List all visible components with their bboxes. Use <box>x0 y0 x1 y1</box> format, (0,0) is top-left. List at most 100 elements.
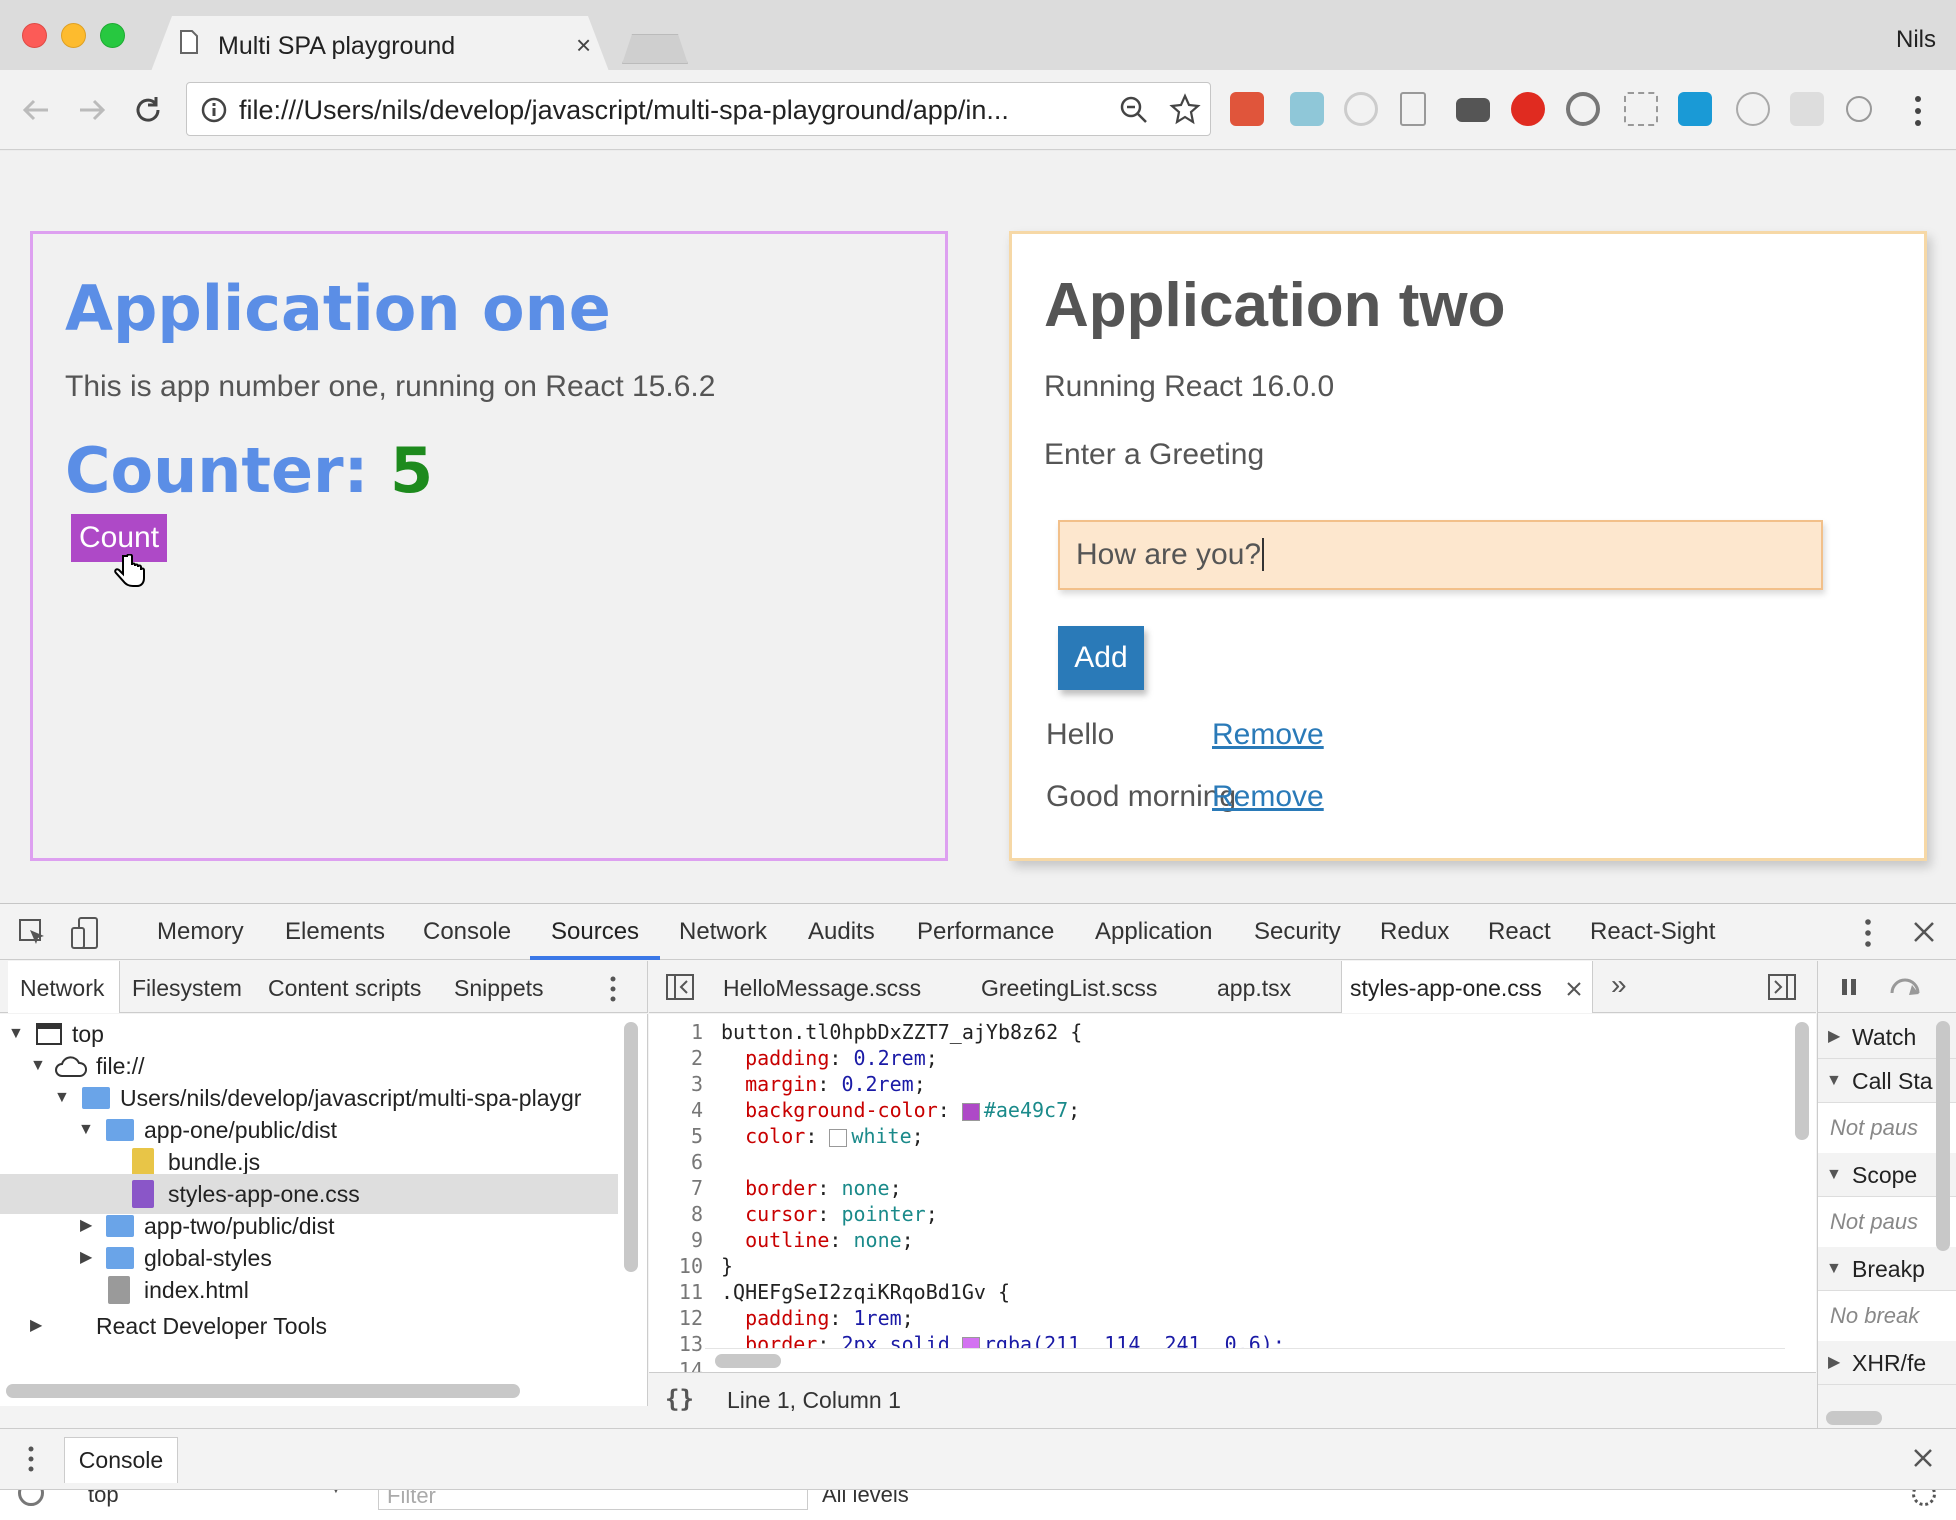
tree-vertical-scrollbar[interactable] <box>624 1022 638 1272</box>
pretty-print-icon[interactable]: {} <box>665 1385 694 1413</box>
nav-tab-filesystem[interactable]: Filesystem <box>132 975 242 1002</box>
extension-icon-5[interactable] <box>1456 98 1490 122</box>
reload-icon[interactable] <box>132 94 164 126</box>
code-text: button.tl0hpbDxZZT7_ajYb8z62 { <box>721 1020 1083 1044</box>
clear-console-icon[interactable] <box>18 1490 44 1506</box>
extension-icon-3[interactable] <box>1344 92 1378 126</box>
context-dropdown-icon[interactable]: ▼ <box>328 1490 344 1498</box>
tree-item-react-devtools[interactable]: ▶ React Developer Tools <box>0 1306 620 1346</box>
step-over-icon[interactable] <box>1888 975 1924 999</box>
menu-icon[interactable] <box>1912 94 1924 128</box>
section-xhr-breakpoints[interactable]: ▶ XHR/fe <box>1818 1341 1956 1385</box>
tab-security[interactable]: Security <box>1254 918 1341 946</box>
back-icon[interactable] <box>20 96 52 124</box>
tab-react[interactable]: React <box>1488 918 1551 946</box>
css-property: color <box>745 1124 806 1148</box>
close-devtools-icon[interactable] <box>1912 920 1936 944</box>
code-editor[interactable]: 1 button.tl0hpbDxZZT7_ajYb8z62 { 2 paddi… <box>649 1014 1816 1372</box>
address-bar[interactable]: file:///Users/nils/develop/javascript/mu… <box>186 82 1211 136</box>
extension-icon-4[interactable] <box>1400 92 1426 126</box>
section-breakpoints[interactable]: ▼ Breakp <box>1818 1247 1956 1291</box>
bookmark-star-icon[interactable] <box>1169 93 1201 125</box>
editor-tab-app-tsx[interactable]: app.tsx <box>1217 975 1291 1002</box>
info-icon[interactable] <box>201 97 227 123</box>
toggle-debugger-icon[interactable] <box>1767 973 1797 1001</box>
tab-application[interactable]: Application <box>1095 918 1212 946</box>
counter-label: Counter: <box>65 434 369 507</box>
nav-tab-network[interactable]: Network <box>20 975 104 1002</box>
greeting-input[interactable]: How are you? <box>1058 520 1823 590</box>
new-tab-button[interactable] <box>622 34 688 64</box>
nav-tab-content-scripts[interactable]: Content scripts <box>268 975 421 1002</box>
css-value: none <box>853 1228 902 1252</box>
url-text[interactable]: file:///Users/nils/develop/javascript/mu… <box>239 95 1009 126</box>
tab-sources[interactable]: Sources <box>551 918 639 946</box>
add-button[interactable]: Add <box>1058 626 1144 690</box>
tab-memory[interactable]: Memory <box>157 918 244 946</box>
extension-icon-1[interactable] <box>1230 92 1264 126</box>
pause-icon[interactable] <box>1840 977 1858 997</box>
app-two-version: Running React 16.0.0 <box>1044 370 1335 403</box>
collapsed-triangle-icon: ▶ <box>1828 1028 1841 1045</box>
close-tab-icon[interactable] <box>1566 981 1582 997</box>
tab-react-sight[interactable]: React-Sight <box>1590 918 1715 946</box>
zoom-icon[interactable] <box>1119 95 1149 125</box>
extension-icon-10[interactable] <box>1736 92 1770 126</box>
code-line: cursor: pointer; <box>745 1202 938 1226</box>
inspect-element-icon[interactable] <box>18 918 48 948</box>
color-swatch[interactable] <box>829 1128 848 1147</box>
toggle-navigator-icon[interactable] <box>665 973 695 1001</box>
tab-performance[interactable]: Performance <box>917 918 1054 946</box>
extension-icon-12[interactable] <box>1846 96 1872 122</box>
tab-close-icon[interactable]: × <box>576 30 591 61</box>
collapsed-triangle-icon[interactable]: ▶ <box>30 1306 42 1346</box>
greeting-item-text: Good morning <box>1046 780 1237 813</box>
context-selector[interactable]: top <box>88 1490 119 1508</box>
extension-icon-7[interactable] <box>1566 92 1600 126</box>
extension-icon-2[interactable] <box>1290 92 1324 126</box>
log-levels-selector[interactable]: All levels <box>822 1490 909 1508</box>
remove-link[interactable]: Remove <box>1212 718 1324 752</box>
extension-icon-9[interactable] <box>1678 92 1712 126</box>
zoom-window-button[interactable] <box>100 23 125 48</box>
console-settings-gear-icon[interactable] <box>1912 1490 1936 1506</box>
nav-tab-snippets[interactable]: Snippets <box>454 975 544 1002</box>
drawer-menu-icon[interactable] <box>26 1445 36 1473</box>
tab-network[interactable]: Network <box>679 918 767 946</box>
color-swatch[interactable] <box>961 1102 980 1121</box>
extension-icon-11[interactable] <box>1790 92 1824 126</box>
editor-tab-active[interactable]: styles-app-one.css <box>1341 961 1593 1013</box>
tab-audits[interactable]: Audits <box>808 918 875 946</box>
forward-icon[interactable] <box>76 96 108 124</box>
navigator-menu-icon[interactable] <box>608 975 618 1003</box>
more-tabs-icon[interactable]: » <box>1611 969 1627 1001</box>
tab-redux[interactable]: Redux <box>1380 918 1449 946</box>
minimize-window-button[interactable] <box>61 23 86 48</box>
editor-tab-greeting-list[interactable]: GreetingList.scss <box>981 975 1157 1002</box>
console-toolbar: top ▼ Filter All levels <box>0 1489 1956 1520</box>
device-toolbar-icon[interactable] <box>70 916 100 950</box>
tree-item-index[interactable]: index.html <box>0 1270 620 1310</box>
editor-tab-hello-message[interactable]: HelloMessage.scss <box>723 975 921 1002</box>
css-property: margin <box>745 1072 818 1096</box>
tree-horizontal-scrollbar[interactable] <box>6 1384 520 1398</box>
sidebar-horizontal-scrollbar[interactable] <box>1826 1411 1882 1425</box>
extension-icon-8[interactable] <box>1624 92 1658 126</box>
drawer-tab-console[interactable]: Console <box>64 1437 178 1483</box>
profile-name[interactable]: Nils <box>1896 26 1936 54</box>
line-number: 9 <box>690 1228 703 1252</box>
code-text: } <box>721 1254 734 1278</box>
sidebar-vertical-scrollbar[interactable] <box>1936 1021 1950 1251</box>
editor-vertical-scrollbar[interactable] <box>1795 1022 1809 1140</box>
editor-horizontal-scrollbar[interactable] <box>715 1354 781 1368</box>
remove-link[interactable]: Remove <box>1212 780 1324 814</box>
line-number: 7 <box>690 1176 703 1200</box>
tab-console[interactable]: Console <box>423 918 511 946</box>
close-drawer-icon[interactable] <box>1912 1447 1934 1469</box>
console-filter-input[interactable]: Filter <box>378 1490 808 1510</box>
extension-icon-6[interactable] <box>1511 92 1545 126</box>
close-window-button[interactable] <box>22 23 47 48</box>
tab-elements[interactable]: Elements <box>285 918 385 946</box>
devtools-menu-icon[interactable] <box>1862 918 1874 948</box>
devtools-tabbar: Memory Elements Console Sources Network … <box>0 904 1956 960</box>
